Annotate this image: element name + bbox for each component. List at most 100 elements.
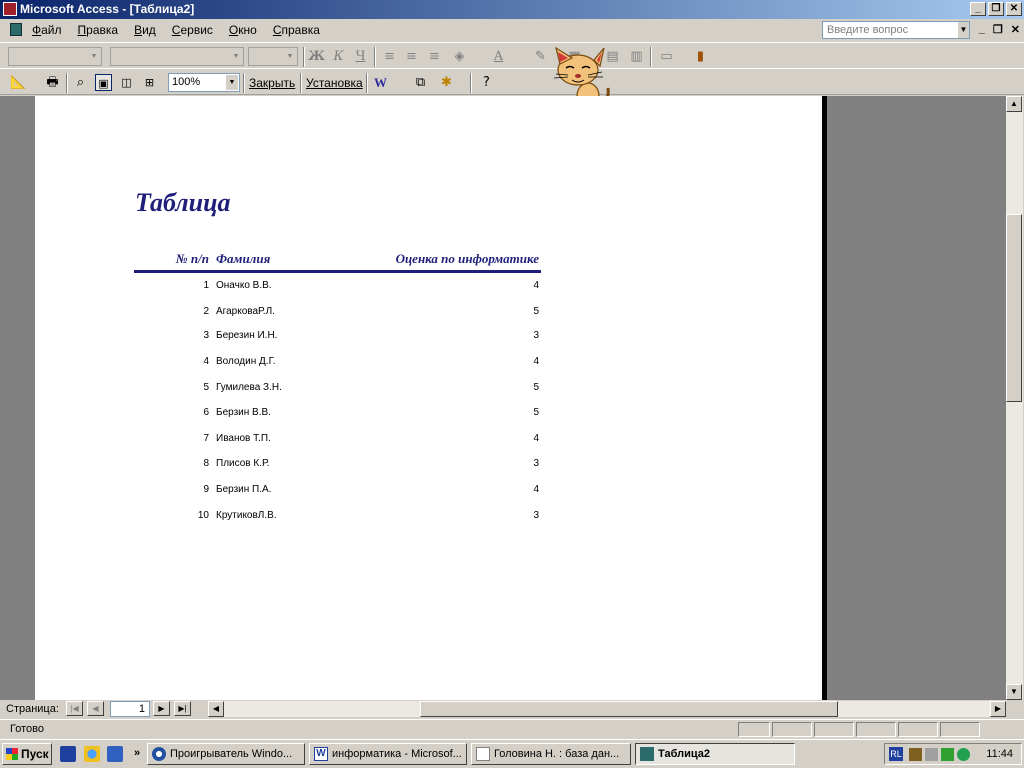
print-preview-area[interactable]: Таблица № п/п Фамилия Оценка по информат… [0, 96, 1006, 700]
horizontal-scroll-thumb[interactable] [420, 701, 838, 717]
bold-button[interactable]: Ж [308, 48, 325, 65]
row-surname: Берзин П.А. [216, 484, 272, 495]
doc-restore-button[interactable]: ❐ [993, 23, 1003, 36]
task-database[interactable]: Головина Н. : база дан... [471, 743, 631, 765]
align-left-icon[interactable]: ≡ [381, 48, 398, 65]
horizontal-scrollbar[interactable]: ◀ ▶ [208, 701, 1006, 717]
vertical-scroll-thumb[interactable] [1006, 214, 1022, 402]
line-width-icon[interactable]: ▭ [658, 48, 675, 65]
row-surname: АгарковаР.Л. [216, 306, 275, 317]
task-media-player[interactable]: Проигрыватель Windo... [147, 743, 305, 765]
font-combo[interactable]: ▼ [110, 47, 244, 66]
status-panel [940, 722, 980, 737]
tray-volume-icon[interactable] [925, 748, 938, 761]
menu-edit[interactable]: Правка [78, 23, 119, 37]
row-grade: 4 [533, 356, 539, 367]
first-page-icon[interactable]: |◀ [66, 701, 83, 716]
one-page-icon[interactable]: ▣ [95, 74, 112, 91]
row-number: 2 [203, 306, 209, 317]
menu-file[interactable]: Файл [32, 23, 62, 37]
object-combo[interactable]: ▼ [8, 47, 102, 66]
header-divider [134, 270, 541, 273]
doc-close-button[interactable]: ✕ [1011, 23, 1020, 36]
scroll-up-icon[interactable]: ▲ [1006, 96, 1022, 112]
zoom-combo[interactable]: 100% ▼ [168, 73, 240, 92]
previous-page-icon[interactable]: ◀ [87, 701, 104, 716]
menu-help[interactable]: Справка [273, 23, 320, 37]
print-icon[interactable]: 🖶 [44, 74, 61, 91]
quicklaunch-ie-icon[interactable] [84, 746, 100, 762]
access-app-icon[interactable] [3, 2, 17, 16]
menu-window[interactable]: Окно [229, 23, 257, 37]
start-label: Пуск [21, 747, 49, 761]
separator [374, 47, 376, 67]
underline-button[interactable]: Ч [352, 48, 369, 65]
office-links-word-icon[interactable]: W [372, 74, 389, 91]
italic-button[interactable]: К [330, 48, 347, 65]
tray-clipboard-icon[interactable] [909, 748, 922, 761]
doc-minimize-button[interactable]: _ [979, 23, 985, 36]
quicklaunch-more-icon[interactable]: » [134, 747, 140, 759]
print-preview-toolbar: 📐 🖶 ⌕ ▣ ◫ ⊞ 100% ▼ Закрыть Установка W ⧉… [0, 68, 1024, 95]
next-page-icon[interactable]: ▶ [153, 701, 170, 716]
tray-pen-icon[interactable] [941, 748, 954, 761]
two-pages-icon[interactable]: ◫ [118, 74, 135, 91]
close-button[interactable]: ✕ [1006, 2, 1022, 16]
font-size-combo[interactable]: ▼ [248, 47, 298, 66]
minimize-button[interactable]: _ [970, 2, 986, 16]
zoom-magnifier-icon[interactable]: ⌕ [72, 74, 89, 91]
help-question-input[interactable]: Введите вопрос [822, 21, 970, 39]
last-page-icon[interactable]: ▶| [174, 701, 191, 716]
chart-icon[interactable]: ▮ [692, 48, 709, 65]
document-icon[interactable] [10, 23, 22, 36]
row-surname: Иванов Т.П. [216, 433, 271, 444]
help-icon[interactable]: ? [478, 74, 495, 91]
new-object-icon[interactable]: ✱ [438, 74, 455, 91]
align-center-icon[interactable]: ≡ [403, 48, 420, 65]
chevron-down-icon: ▼ [226, 75, 238, 90]
tray-network-icon[interactable] [957, 748, 970, 761]
view-design-icon[interactable]: 📐 [10, 74, 27, 91]
table-layout-icon[interactable]: ▥ [628, 48, 645, 65]
report-page[interactable]: Таблица № п/п Фамилия Оценка по информат… [35, 96, 827, 700]
scroll-down-icon[interactable]: ▼ [1006, 684, 1022, 700]
separator [303, 47, 305, 67]
row-grade: 3 [533, 458, 539, 469]
row-grade: 4 [533, 484, 539, 495]
separator [300, 73, 302, 93]
menu-view[interactable]: Вид [134, 23, 156, 37]
windows-logo-icon [6, 748, 18, 760]
line-color-icon[interactable]: ✎ [532, 48, 549, 65]
row-grade: 3 [533, 510, 539, 521]
database-window-icon[interactable]: ⧉ [412, 74, 429, 91]
vertical-scrollbar[interactable]: ▲ ▼ [1006, 96, 1023, 700]
row-number: 8 [203, 458, 209, 469]
language-indicator[interactable]: RL [889, 747, 903, 761]
status-panel [814, 722, 854, 737]
start-button[interactable]: Пуск [2, 743, 52, 765]
access-report-icon [640, 747, 654, 761]
align-right-icon[interactable]: ≡ [426, 48, 443, 65]
fill-color-icon[interactable]: ◈ [451, 48, 468, 65]
page-label: Страница: [6, 703, 59, 715]
help-dropdown-icon[interactable]: ▼ [958, 22, 969, 38]
row-grade: 3 [533, 330, 539, 341]
task-word-document[interactable]: W информатика - Microsof... [309, 743, 467, 765]
font-color-icon[interactable]: A [490, 48, 507, 65]
row-surname: Володин Д.Г. [216, 356, 276, 367]
scroll-left-icon[interactable]: ◀ [208, 701, 224, 717]
quicklaunch-desktop-icon[interactable] [60, 746, 76, 762]
scroll-right-icon[interactable]: ▶ [990, 701, 1006, 717]
close-preview-button[interactable]: Закрыть [249, 76, 295, 90]
task-table2[interactable]: Таблица2 [635, 743, 795, 765]
task-label: Головина Н. : база дан... [494, 748, 620, 760]
quicklaunch-media-icon[interactable] [107, 746, 123, 762]
row-grade: 5 [533, 382, 539, 393]
page-number-input[interactable]: 1 [110, 701, 150, 717]
menu-tools[interactable]: Сервис [172, 23, 213, 37]
multiple-pages-icon[interactable]: ⊞ [141, 74, 158, 91]
restore-button[interactable]: ❐ [988, 2, 1004, 16]
row-number: 3 [203, 330, 209, 341]
row-surname: Березин И.Н. [216, 330, 278, 341]
page-setup-button[interactable]: Установка [306, 76, 363, 90]
